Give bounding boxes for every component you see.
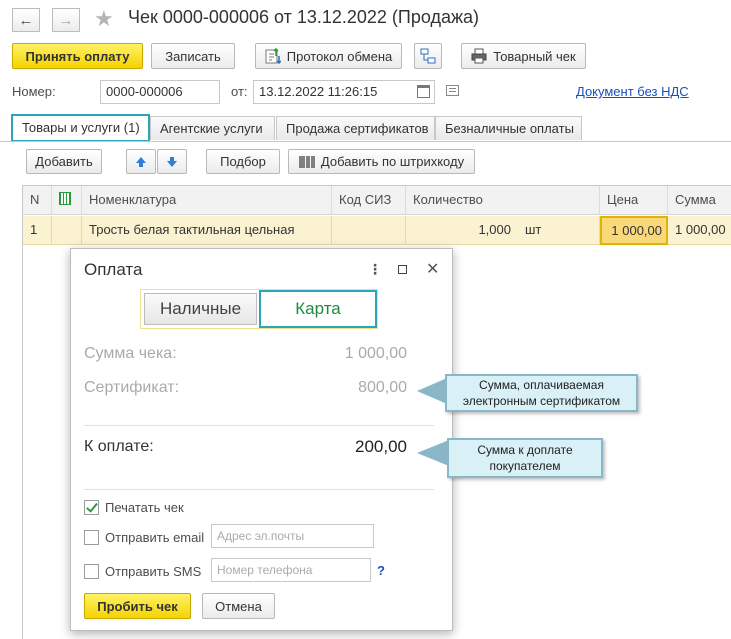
send-email-checkbox[interactable]: [84, 530, 99, 545]
row-price[interactable]: 1 000,00: [600, 216, 668, 245]
sales-receipt-button[interactable]: Товарный чек: [461, 43, 586, 69]
row-n: 1: [23, 216, 52, 245]
tab-agent-services[interactable]: Агентские услуги: [150, 116, 275, 140]
structure-button[interactable]: [414, 43, 442, 69]
send-sms-checkbox[interactable]: [84, 564, 99, 579]
cancel-button[interactable]: Отмена: [202, 593, 275, 619]
calendar-icon[interactable]: [417, 85, 430, 98]
print-receipt-checkbox[interactable]: [84, 500, 99, 515]
move-up-button[interactable]: [126, 149, 156, 174]
favorite-star-icon[interactable]: ★: [94, 6, 114, 32]
receipt-sum-value: 1 000,00: [344, 345, 407, 362]
row-nomenclature[interactable]: Трость белая тактильная цельная: [82, 216, 332, 245]
to-pay-label: К оплате:: [84, 438, 154, 455]
receipt-sum-label: Сумма чека:: [84, 345, 177, 362]
column-header-nomenclature[interactable]: Номенклатура: [82, 186, 332, 215]
comment-icon[interactable]: [446, 85, 459, 96]
column-header-siz-code[interactable]: Код СИЗ: [332, 186, 406, 215]
number-field[interactable]: 0000-000006: [100, 80, 220, 104]
date-value: 13.12.2022 11:26:15: [259, 84, 378, 99]
marking-icon: [59, 192, 71, 205]
punch-receipt-button[interactable]: Пробить чек: [84, 593, 191, 619]
payment-type-switch: Наличные Карта: [140, 289, 378, 329]
to-pay-callout: Сумма к доплате покупателем: [447, 438, 603, 478]
row-unit: шт: [518, 216, 600, 245]
row-quantity[interactable]: 1,000: [406, 216, 518, 245]
arrow-right-icon: →: [58, 11, 74, 29]
callout-pointer: [417, 440, 449, 466]
more-icon[interactable]: ⋮: [368, 261, 382, 278]
row-siz-code[interactable]: [332, 216, 406, 245]
print-receipt-label: Печатать чек: [105, 500, 184, 515]
column-header-quantity[interactable]: Количество: [406, 186, 600, 215]
add-button[interactable]: Добавить: [26, 149, 102, 174]
tabs-divider: [0, 141, 731, 142]
certificate-value: 800,00: [358, 379, 407, 396]
email-field[interactable]: Адрес эл.почты: [211, 524, 374, 548]
save-button[interactable]: Записать: [151, 43, 235, 69]
structure-icon: [420, 48, 436, 64]
sum-separator: [84, 425, 434, 426]
certificate-label: Сертификат:: [84, 379, 180, 396]
cash-option[interactable]: Наличные: [144, 293, 257, 325]
exchange-icon: [265, 48, 281, 64]
accept-payment-button[interactable]: Принять оплату: [12, 43, 143, 69]
exchange-log-button[interactable]: Протокол обмена: [255, 43, 402, 69]
tab-goods-services[interactable]: Товары и услуги (1): [11, 114, 150, 142]
date-label: от:: [231, 84, 248, 99]
move-down-button[interactable]: [157, 149, 187, 174]
vat-document-link[interactable]: Документ без НДС: [576, 84, 689, 99]
column-header-marking[interactable]: [52, 186, 82, 215]
select-button[interactable]: Подбор: [206, 149, 280, 174]
forward-button[interactable]: →: [52, 8, 80, 32]
back-button[interactable]: ←: [12, 8, 40, 32]
add-by-barcode-label: Добавить по штрихкоду: [320, 154, 465, 169]
table-row[interactable]: 1 Трость белая тактильная цельная 1,000 …: [23, 216, 731, 245]
tab-cashless-payments[interactable]: Безналичные оплаты: [435, 116, 582, 140]
barcode-icon: [299, 155, 315, 168]
arrow-down-icon: [167, 156, 177, 167]
column-header-n[interactable]: N: [23, 186, 52, 215]
arrow-up-icon: [136, 156, 146, 167]
dialog-title: Оплата: [84, 260, 143, 279]
add-by-barcode-button[interactable]: Добавить по штрихкоду: [288, 149, 475, 174]
date-field[interactable]: 13.12.2022 11:26:15: [253, 80, 435, 104]
column-header-price[interactable]: Цена: [600, 186, 668, 215]
tab-certificate-sales[interactable]: Продажа сертификатов: [276, 116, 435, 140]
printer-icon: [471, 48, 487, 64]
phone-field[interactable]: Номер телефона: [211, 558, 371, 582]
send-sms-label: Отправить SMS: [105, 564, 202, 579]
options-separator: [84, 489, 434, 490]
number-label: Номер:: [12, 84, 56, 99]
help-icon[interactable]: ?: [377, 563, 385, 578]
card-option[interactable]: Карта: [259, 290, 377, 328]
certificate-callout: Сумма, оплачиваемая электронным сертифик…: [445, 374, 638, 412]
column-header-sum[interactable]: Сумма: [668, 186, 731, 215]
send-email-label: Отправить email: [105, 530, 205, 545]
payment-dialog: Оплата ⋮ ✕ Наличные Карта Сумма чека: 1 …: [70, 248, 453, 631]
maximize-icon[interactable]: [398, 265, 407, 274]
to-pay-value: 200,00: [355, 437, 407, 456]
window-title: Чек 0000-000006 от 13.12.2022 (Продажа): [128, 7, 480, 27]
row-sum: 1 000,00: [675, 222, 726, 237]
callout-pointer: [417, 378, 447, 404]
exchange-log-label: Протокол обмена: [286, 48, 393, 64]
table-header: N Номенклатура Код СИЗ Количество Цена С…: [23, 186, 731, 215]
sales-receipt-label: Товарный чек: [493, 48, 576, 64]
arrow-left-icon: ←: [18, 11, 34, 29]
row-marking: [52, 216, 82, 245]
close-icon[interactable]: ✕: [426, 259, 439, 279]
